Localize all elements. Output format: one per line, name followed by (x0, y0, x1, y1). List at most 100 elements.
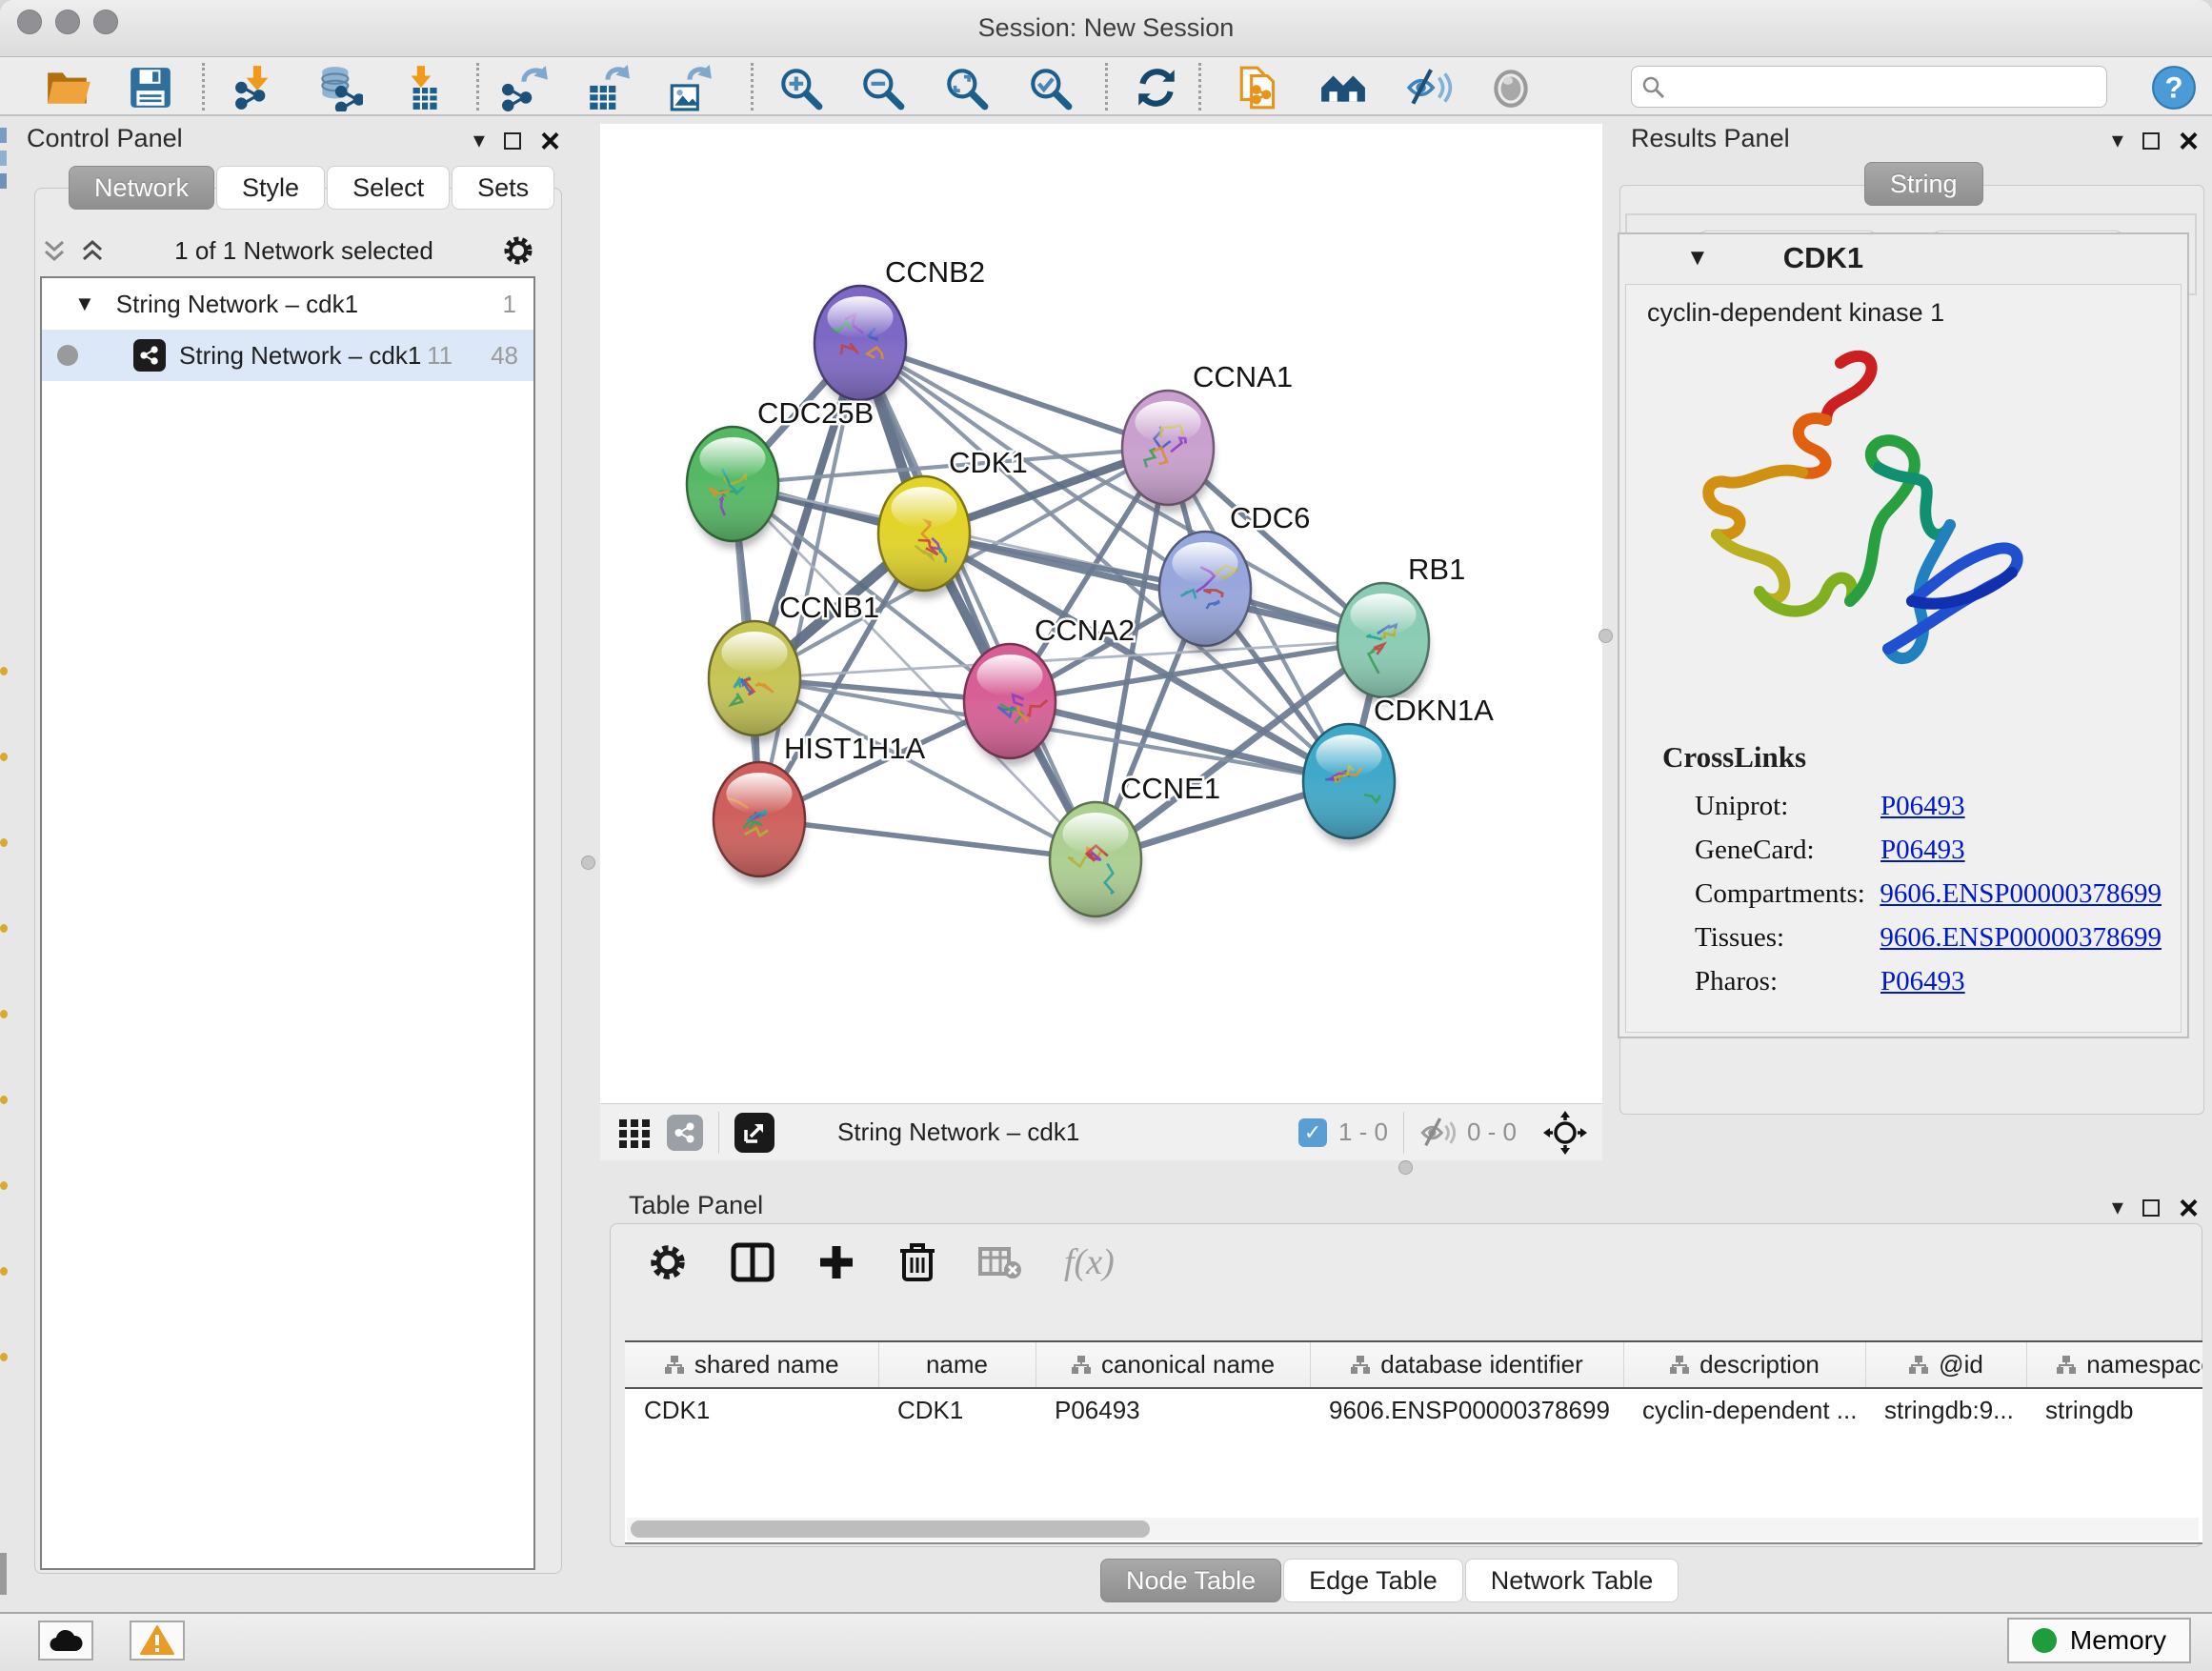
crosslink-row: Pharos: P06493 (1695, 959, 2162, 1003)
network-edge-CDK1-RB1[interactable] (924, 534, 1383, 640)
import-network-file-button[interactable] (227, 60, 288, 113)
tab-select[interactable]: Select (327, 166, 450, 210)
export-image-button[interactable] (659, 60, 720, 113)
tab-string[interactable]: String (1864, 162, 1983, 206)
tab-node-table[interactable]: Node Table (1100, 1559, 1281, 1602)
add-column-plus-icon[interactable] (816, 1242, 856, 1282)
crosslink-link[interactable]: P06493 (1880, 835, 1965, 866)
tab-network[interactable]: Network (69, 166, 214, 210)
string-home-button[interactable] (1313, 60, 1374, 113)
zoom-fit-button[interactable] (935, 60, 996, 113)
export-table-button[interactable] (577, 60, 638, 113)
network-label: String Network – cdk1 (179, 341, 421, 371)
table-cell[interactable]: stringdb:9... (1865, 1388, 2026, 1432)
column-header-description[interactable]: description (1623, 1342, 1865, 1388)
panel-close-icon[interactable]: × (540, 124, 560, 158)
crosslink-link[interactable]: P06493 (1880, 791, 1965, 822)
memory-button[interactable]: Memory (2007, 1618, 2191, 1663)
left-splitter-handle[interactable] (581, 856, 595, 870)
network-node-CCNB2[interactable]: CCNB2 (814, 255, 985, 408)
control-panel: Control Panel ▾ × NetworkStyleSelectSets… (11, 118, 566, 1574)
column-header-shared-name[interactable]: shared name (625, 1342, 878, 1388)
column-header-namespace[interactable]: namespace (2026, 1342, 2202, 1388)
crosslink-link[interactable]: P06493 (1880, 966, 1965, 997)
panel-menu-icon[interactable]: ▾ (2112, 1197, 2123, 1219)
network-node-CCNA1[interactable]: CCNA1 (1122, 360, 1293, 513)
network-collection-row[interactable]: ▼ String Network – cdk1 1 (42, 278, 533, 330)
zoom-selected-button[interactable] (1019, 60, 1080, 113)
column-header--id[interactable]: @id (1865, 1342, 2026, 1388)
network-options-gear-icon[interactable] (501, 233, 535, 268)
column-header-name[interactable]: name (878, 1342, 1036, 1388)
zoom-out-button[interactable] (852, 60, 913, 113)
tab-style[interactable]: Style (216, 166, 325, 210)
bottom-splitter-handle[interactable] (1398, 1160, 1413, 1175)
panel-float-icon[interactable] (2142, 1199, 2160, 1217)
network-badge-icon[interactable] (667, 1115, 703, 1151)
memory-label: Memory (2070, 1625, 2166, 1656)
table-cell[interactable]: P06493 (1036, 1388, 1310, 1432)
help-button[interactable]: ? (2143, 60, 2204, 113)
network-node-CCNE1[interactable]: CCNE1 (1050, 772, 1220, 924)
panel-float-icon[interactable] (504, 132, 521, 150)
column-hierarchy-icon (1908, 1355, 1929, 1376)
panel-close-icon[interactable]: × (2179, 1191, 2199, 1225)
export-network-button[interactable] (495, 60, 556, 113)
panel-float-icon[interactable] (2142, 132, 2160, 150)
table-cell[interactable]: CDK1 (878, 1388, 1036, 1432)
warnings-button[interactable] (130, 1621, 185, 1661)
table-h-scrollbar-thumb[interactable] (631, 1520, 1150, 1538)
open-session-button[interactable] (38, 60, 99, 113)
open-view-in-window-icon[interactable] (734, 1113, 774, 1153)
network-node-CCNA2[interactable]: CCNA2 (964, 614, 1135, 766)
network-node-CDC25B[interactable]: CDC25B (687, 396, 874, 549)
table-cell[interactable]: stringdb (2026, 1388, 2202, 1432)
table-cell[interactable]: CDK1 (625, 1388, 878, 1432)
node-label-CCNE1: CCNE1 (1120, 772, 1220, 805)
network-canvas[interactable]: CCNB2CCNA1CDC25BCDK1CDC6RB1CCNB1CCNA2CDK… (600, 124, 1602, 1103)
right-splitter-handle[interactable] (1599, 629, 1613, 643)
hide-enhanced-graphics-button[interactable] (1398, 60, 1459, 113)
collection-label: String Network – cdk1 (116, 290, 358, 319)
search-field (1631, 66, 2107, 108)
column-hierarchy-icon (2056, 1355, 2077, 1376)
panel-menu-icon[interactable]: ▾ (473, 130, 485, 152)
cloud-tasks-button[interactable] (38, 1621, 93, 1661)
table-cell[interactable]: cyclin-dependent ... (1623, 1388, 1865, 1432)
save-session-button[interactable] (120, 60, 181, 113)
show-columns-icon[interactable] (731, 1242, 774, 1282)
panel-close-icon[interactable]: × (2179, 124, 2199, 158)
column-header-database-identifier[interactable]: database identifier (1310, 1342, 1623, 1388)
panel-menu-icon[interactable]: ▾ (2112, 130, 2123, 152)
network-node-HIST1H1A[interactable]: HIST1H1A (714, 732, 925, 884)
table-settings-gear-icon[interactable] (647, 1241, 689, 1283)
network-node-CDKN1A[interactable]: CDKN1A (1303, 694, 1494, 846)
network-edge-HIST1H1A-CCNE1[interactable] (759, 819, 1096, 859)
table-cell[interactable]: 9606.ENSP00000378699 (1310, 1388, 1623, 1432)
share-document-button[interactable] (1229, 60, 1290, 113)
collapse-triangle-icon[interactable]: ▼ (1686, 245, 1709, 272)
expand-all-networks-icon[interactable] (78, 236, 107, 265)
crosslink-link[interactable]: 9606.ENSP00000378699 (1880, 922, 2162, 954)
refresh-button[interactable] (1126, 60, 1187, 113)
network-node-CCNB1[interactable]: CCNB1 (709, 591, 879, 743)
collapse-all-networks-icon[interactable] (40, 236, 69, 265)
column-header-canonical-name[interactable]: canonical name (1036, 1342, 1310, 1388)
birds-eye-view-icon[interactable] (1543, 1111, 1587, 1155)
tab-edge-table[interactable]: Edge Table (1283, 1559, 1463, 1602)
grid-view-icon[interactable] (617, 1116, 652, 1150)
import-network-database-button[interactable] (309, 60, 370, 113)
search-input[interactable] (1674, 69, 2099, 103)
selected-count-checkbox-icon[interactable]: ✓ (1298, 1118, 1327, 1147)
collapse-triangle-icon[interactable]: ▼ (74, 292, 95, 316)
network-row[interactable]: String Network – cdk1 11 48 (42, 330, 533, 381)
import-table-file-button[interactable] (392, 60, 453, 113)
delete-trash-icon[interactable] (898, 1241, 936, 1283)
save-floppy-icon (127, 64, 174, 111)
network-node-RB1[interactable]: RB1 (1337, 553, 1465, 705)
glass-ball-effect-button[interactable] (1480, 60, 1541, 113)
tab-sets[interactable]: Sets (452, 166, 554, 210)
crosslink-link[interactable]: 9606.ENSP00000378699 (1880, 878, 2162, 910)
zoom-in-button[interactable] (770, 60, 831, 113)
tab-network-table[interactable]: Network Table (1465, 1559, 1679, 1602)
